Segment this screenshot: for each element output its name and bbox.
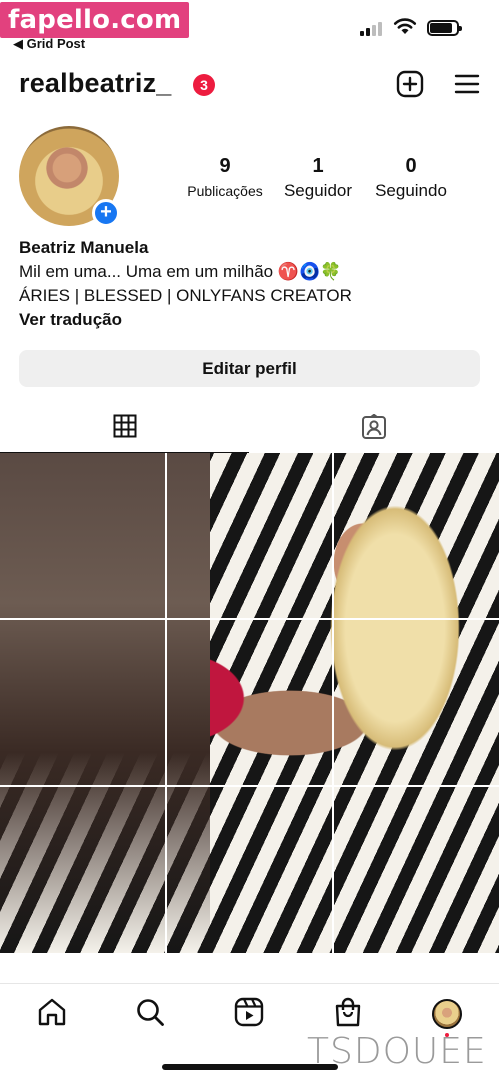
profile-username[interactable]: realbeatriz_ [19, 68, 171, 99]
add-story-plus-icon[interactable]: + [92, 199, 120, 227]
shopping-bag-icon[interactable] [332, 996, 364, 1028]
grid-post-5[interactable] [167, 620, 332, 785]
back-to-grid-post-link[interactable]: ◀ Grid Post [13, 36, 85, 52]
following-count-label: Seguindo [375, 181, 447, 200]
hamburger-menu-icon[interactable] [453, 70, 481, 98]
edit-profile-button[interactable]: Editar perfil [19, 350, 480, 387]
profile-bio: Beatriz Manuela Mil em uma... Uma em um … [19, 236, 489, 332]
watermark-logo: fapello.com [0, 2, 190, 38]
following-count-value: 0 [405, 155, 417, 177]
cellular-signal-icon [360, 20, 386, 36]
following-count[interactable]: 0 Seguindo [365, 155, 457, 201]
grid-post-7[interactable] [0, 787, 165, 952]
grid-post-3[interactable] [334, 453, 499, 618]
search-icon[interactable] [134, 996, 166, 1028]
tagged-tab[interactable] [250, 400, 499, 453]
profile-display-name: Beatriz Manuela [19, 238, 149, 257]
followers-count-label: Seguidor [283, 181, 353, 200]
notification-badge[interactable]: 3 [193, 74, 215, 96]
watermark-text: TSDOUEE [307, 1031, 487, 1072]
grid-post-2[interactable] [167, 453, 332, 618]
battery-icon [427, 20, 462, 36]
posts-count-value: 9 [219, 155, 231, 177]
grid-post-1[interactable] [0, 453, 165, 618]
bio-line-2: ÁRIES | BLESSED | ONLYFANS CREATOR [19, 286, 352, 305]
grid-tab[interactable] [0, 400, 249, 453]
grid-divider [0, 618, 499, 620]
grid-post-4[interactable] [0, 620, 165, 785]
home-icon[interactable] [36, 996, 68, 1028]
wifi-icon [393, 18, 417, 34]
grid-icon [113, 414, 137, 438]
grid-divider [332, 453, 334, 953]
grid-divider [165, 453, 167, 953]
grid-divider [0, 785, 499, 787]
posts-count[interactable]: 9 Publicações [182, 155, 268, 201]
bio-line-1: Mil em uma... Uma em um milhão ♈️🧿🍀 [19, 262, 342, 281]
see-translation-link[interactable]: Ver tradução [19, 308, 489, 332]
followers-count[interactable]: 1 Seguidor [274, 155, 362, 201]
plus-square-icon[interactable] [396, 70, 424, 98]
followers-count-value: 1 [312, 155, 324, 177]
grid-post-8[interactable] [167, 787, 332, 952]
reels-icon[interactable] [233, 996, 265, 1028]
posts-count-label: Publicações [187, 183, 263, 199]
grid-post-9[interactable] [334, 787, 499, 952]
tagged-person-icon [362, 414, 386, 439]
photo-grid [0, 453, 499, 953]
profile-tab-avatar[interactable] [432, 999, 462, 1029]
grid-post-6[interactable] [334, 620, 499, 785]
